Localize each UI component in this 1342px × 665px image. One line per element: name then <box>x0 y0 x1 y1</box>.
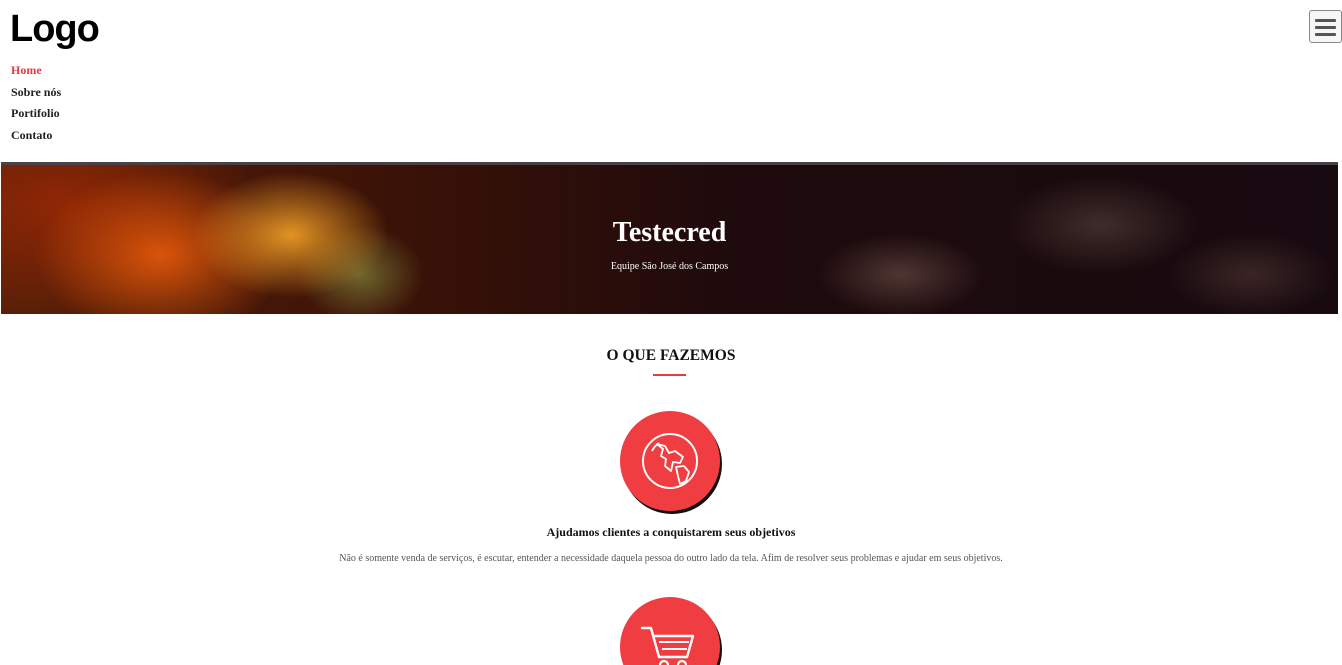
nav-item-home[interactable]: Home <box>11 60 61 82</box>
nav-link-sobre[interactable]: Sobre nós <box>11 85 61 99</box>
globe-icon <box>620 411 720 511</box>
menu-bar <box>1315 33 1336 36</box>
shopping-cart-icon <box>620 597 720 665</box>
nav-link-contato[interactable]: Contato <box>11 128 52 142</box>
hero-title: Testecred <box>612 217 727 248</box>
nav-item-portfolio[interactable]: Portifolio <box>11 103 61 125</box>
main-nav: Home Sobre nós Portifolio Contato <box>11 60 61 146</box>
service-description: Não é somente venda de serviços, é escut… <box>339 553 1003 564</box>
hero-subtitle: Equipe São José dos Campos <box>610 261 729 272</box>
menu-bar <box>1315 19 1336 22</box>
nav-link-home[interactable]: Home <box>11 63 42 77</box>
nav-item-contato[interactable]: Contato <box>11 125 61 147</box>
hero-banner: Testecred Equipe São José dos Campos <box>1 162 1338 314</box>
nav-link-portfolio[interactable]: Portifolio <box>11 106 60 120</box>
hamburger-menu-icon[interactable] <box>1309 10 1342 43</box>
section-title: O QUE FAZEMOS <box>606 347 736 364</box>
site-header: Logo Home Sobre nós Portifolio Contato <box>0 0 1342 162</box>
menu-bar <box>1315 26 1336 29</box>
logo[interactable]: Logo <box>10 8 100 51</box>
nav-item-sobre[interactable]: Sobre nós <box>11 82 61 104</box>
section-title-underline <box>653 374 686 376</box>
service-title: Ajudamos clientes a conquistarem seus ob… <box>546 525 796 539</box>
